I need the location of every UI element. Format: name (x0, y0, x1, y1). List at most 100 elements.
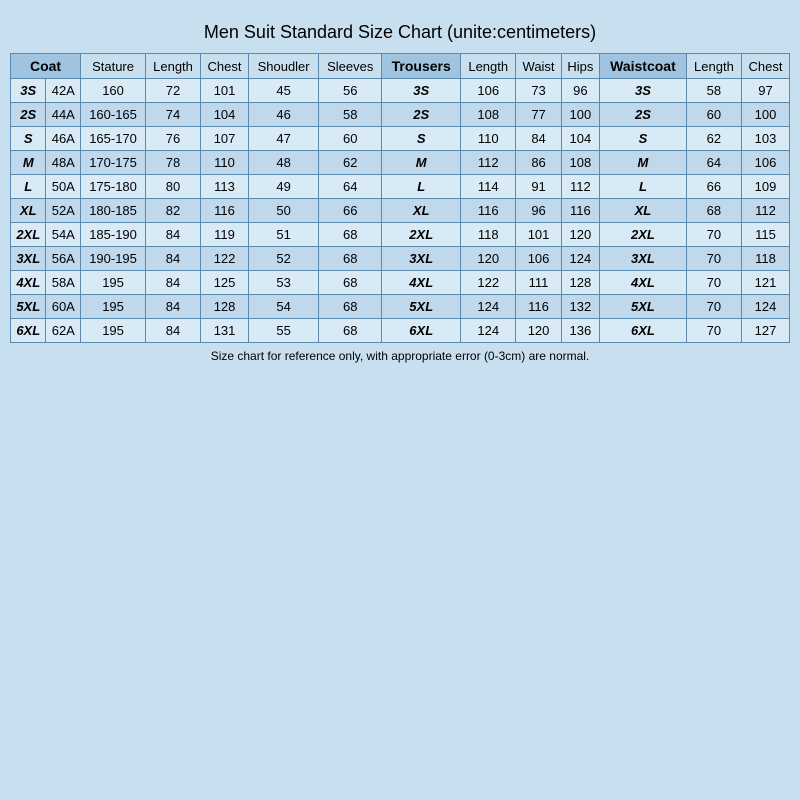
chest-val: 119 (201, 223, 249, 247)
sleeves-val: 68 (319, 271, 382, 295)
shoulder-val: 50 (249, 199, 319, 223)
table-row: L50A175-180801134964L11491112L66109 (11, 175, 790, 199)
coat-code: 60A (46, 295, 81, 319)
t-length-val: 124 (461, 295, 516, 319)
sleeves-val: 62 (319, 151, 382, 175)
coat-group-header: Coat (11, 54, 81, 79)
chest-val: 110 (201, 151, 249, 175)
trousers-size: 5XL (382, 295, 461, 319)
waistcoat-size: L (599, 175, 686, 199)
stature-val: 190-195 (81, 247, 146, 271)
w-chest-val: 121 (741, 271, 789, 295)
sleeves-val: 60 (319, 127, 382, 151)
hips-val: 124 (561, 247, 599, 271)
stature-val: 175-180 (81, 175, 146, 199)
shoulder-val: 49 (249, 175, 319, 199)
coat-code: 50A (46, 175, 81, 199)
waistcoat-size: 2S (599, 103, 686, 127)
table-row: 4XL58A1958412553684XL1221111284XL70121 (11, 271, 790, 295)
length-val: 72 (145, 79, 200, 103)
chest-val: 122 (201, 247, 249, 271)
waistcoat-size: S (599, 127, 686, 151)
waistcoat-size: 3S (599, 79, 686, 103)
chest-header: Chest (201, 54, 249, 79)
sleeves-header: Sleeves (319, 54, 382, 79)
hips-val: 96 (561, 79, 599, 103)
hips-header: Hips (561, 54, 599, 79)
chest-val: 131 (201, 319, 249, 343)
hips-val: 120 (561, 223, 599, 247)
chest-val: 107 (201, 127, 249, 151)
trousers-size: XL (382, 199, 461, 223)
waistcoat-size: 3XL (599, 247, 686, 271)
hips-val: 136 (561, 319, 599, 343)
w-chest-val: 115 (741, 223, 789, 247)
stature-val: 195 (81, 271, 146, 295)
table-row: 6XL62A1958413155686XL1241201366XL70127 (11, 319, 790, 343)
w-chest-val: 103 (741, 127, 789, 151)
sleeves-val: 56 (319, 79, 382, 103)
sleeves-val: 68 (319, 247, 382, 271)
w-chest-val: 100 (741, 103, 789, 127)
w-chest-val: 106 (741, 151, 789, 175)
sleeves-val: 68 (319, 319, 382, 343)
footer-note: Size chart for reference only, with appr… (211, 349, 590, 363)
length-val: 78 (145, 151, 200, 175)
waist-header: Waist (516, 54, 562, 79)
w-length-val: 70 (686, 295, 741, 319)
length-val: 76 (145, 127, 200, 151)
trousers-size: 2XL (382, 223, 461, 247)
w-chest-val: 97 (741, 79, 789, 103)
stature-header: Stature (81, 54, 146, 79)
w-length-val: 70 (686, 271, 741, 295)
coat-code: 48A (46, 151, 81, 175)
shoulder-val: 54 (249, 295, 319, 319)
coat-size: 5XL (11, 295, 46, 319)
waist-val: 73 (516, 79, 562, 103)
t-length-header: Length (461, 54, 516, 79)
length-val: 82 (145, 199, 200, 223)
waist-val: 96 (516, 199, 562, 223)
trousers-size: L (382, 175, 461, 199)
length-val: 84 (145, 223, 200, 247)
table-row: 3XL56A190-1958412252683XL1201061243XL701… (11, 247, 790, 271)
coat-size: 3XL (11, 247, 46, 271)
hips-val: 100 (561, 103, 599, 127)
waist-val: 101 (516, 223, 562, 247)
w-length-val: 68 (686, 199, 741, 223)
coat-size: M (11, 151, 46, 175)
coat-size: 3S (11, 79, 46, 103)
waistcoat-size: M (599, 151, 686, 175)
page-title: Men Suit Standard Size Chart (unite:cent… (204, 22, 596, 43)
stature-val: 195 (81, 295, 146, 319)
w-length-val: 70 (686, 319, 741, 343)
length-val: 84 (145, 247, 200, 271)
stature-val: 180-185 (81, 199, 146, 223)
trousers-size: M (382, 151, 461, 175)
hips-val: 116 (561, 199, 599, 223)
w-length-val: 70 (686, 247, 741, 271)
coat-size: L (11, 175, 46, 199)
trousers-size: S (382, 127, 461, 151)
length-val: 74 (145, 103, 200, 127)
chest-val: 113 (201, 175, 249, 199)
coat-size: 4XL (11, 271, 46, 295)
waist-val: 120 (516, 319, 562, 343)
t-length-val: 108 (461, 103, 516, 127)
t-length-val: 118 (461, 223, 516, 247)
waist-val: 111 (516, 271, 562, 295)
coat-code: 42A (46, 79, 81, 103)
trousers-size: 2S (382, 103, 461, 127)
table-row: 2S44A160-1657410446582S108771002S60100 (11, 103, 790, 127)
hips-val: 104 (561, 127, 599, 151)
w-chest-val: 127 (741, 319, 789, 343)
w-length-val: 60 (686, 103, 741, 127)
trousers-group-header: Trousers (382, 54, 461, 79)
shoulder-header: Shoudler (249, 54, 319, 79)
coat-code: 44A (46, 103, 81, 127)
shoulder-val: 55 (249, 319, 319, 343)
length-val: 84 (145, 271, 200, 295)
waist-val: 84 (516, 127, 562, 151)
sleeves-val: 64 (319, 175, 382, 199)
waistcoat-size: 6XL (599, 319, 686, 343)
